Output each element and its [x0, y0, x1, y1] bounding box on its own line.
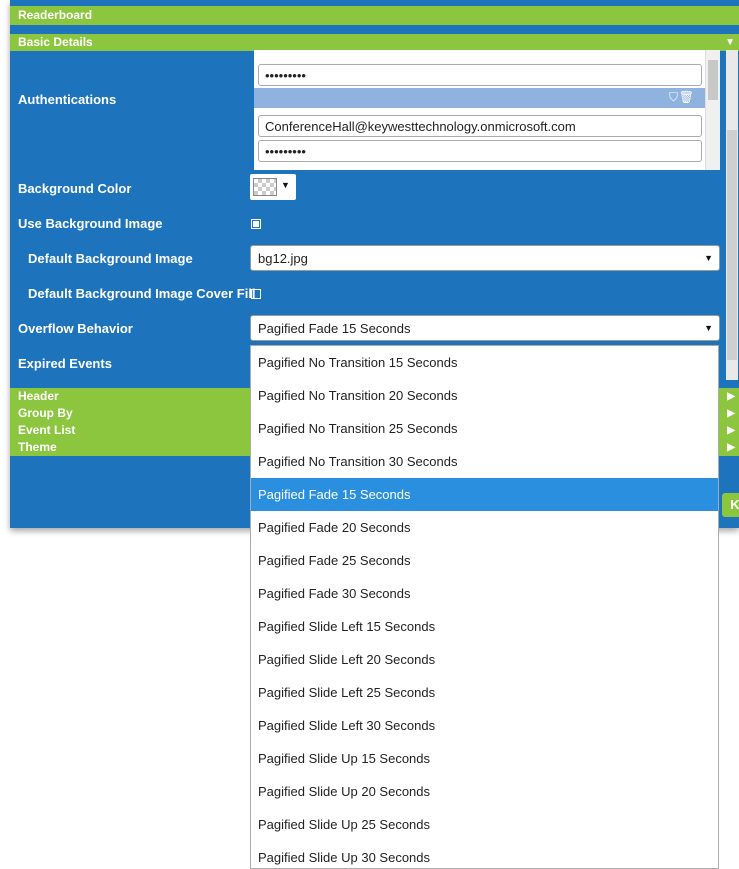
expired-events-label: Expired Events: [18, 356, 112, 371]
auth1-password-field[interactable]: •••••••••: [258, 64, 702, 86]
readerboard-title: Readerboard: [18, 8, 93, 22]
use-background-image-label: Use Background Image: [18, 216, 163, 231]
chevron-down-icon: ▼: [704, 323, 713, 333]
dropdown-option[interactable]: Pagified Slide Up 15 Seconds: [251, 742, 718, 775]
chevron-right-icon[interactable]: ▶: [727, 439, 735, 456]
default-background-image-select[interactable]: bg12.jpg ▼: [250, 245, 720, 271]
dropdown-option[interactable]: Pagified Slide Left 30 Seconds: [251, 709, 718, 742]
background-color-picker[interactable]: ▼: [250, 174, 296, 200]
dropdown-option[interactable]: Pagified Fade 15 Seconds: [251, 478, 718, 511]
chevron-right-icon[interactable]: ▶: [727, 405, 735, 422]
dropdown-option[interactable]: Pagified No Transition 25 Seconds: [251, 412, 718, 445]
chevron-down-icon: ▼: [281, 180, 290, 190]
shield-icon[interactable]: ⛉: [669, 90, 678, 105]
chevron-right-icon[interactable]: ▶: [727, 388, 735, 405]
dropdown-option[interactable]: Pagified No Transition 15 Seconds: [251, 346, 718, 379]
use-background-image-checkbox[interactable]: [251, 219, 261, 229]
cover-fill-label: Default Background Image Cover Fill: [28, 286, 256, 301]
dropdown-option[interactable]: Pagified Slide Up 25 Seconds: [251, 808, 718, 841]
color-swatch: [253, 178, 277, 196]
trash-icon[interactable]: 🗑: [679, 90, 694, 104]
dropdown-option[interactable]: Pagified Slide Left 15 Seconds: [251, 610, 718, 643]
dropdown-option[interactable]: Pagified Slide Up 20 Seconds: [251, 775, 718, 808]
overflow-behavior-label: Overflow Behavior: [18, 321, 133, 336]
section-basic-details[interactable]: Basic Details ▼: [10, 34, 739, 51]
authentications-list[interactable]: ••••••••• ⛉ 🗑 ConferenceHall@keywesttech…: [254, 50, 720, 170]
dropdown-option[interactable]: Pagified Slide Left 20 Seconds: [251, 643, 718, 676]
auth2-email-field[interactable]: ConferenceHall@keywesttechnology.onmicro…: [258, 115, 702, 137]
default-background-image-value: bg12.jpg: [258, 251, 308, 266]
dropdown-option[interactable]: Pagified Fade 20 Seconds: [251, 511, 718, 544]
chevron-down-icon: ▼: [704, 253, 713, 263]
panel-scroll-thumb[interactable]: [727, 130, 737, 360]
dropdown-option[interactable]: Pagified Fade 30 Seconds: [251, 577, 718, 610]
dropdown-option[interactable]: Pagified Fade 25 Seconds: [251, 544, 718, 577]
dropdown-option[interactable]: Pagified No Transition 20 Seconds: [251, 379, 718, 412]
default-background-image-label: Default Background Image: [28, 251, 193, 266]
background-color-label: Background Color: [18, 181, 132, 196]
basic-details-label: Basic Details: [18, 35, 93, 49]
cover-fill-checkbox[interactable]: [251, 289, 261, 299]
readerboard-title-bar: Readerboard: [10, 6, 739, 25]
overflow-behavior-value: Pagified Fade 15 Seconds: [258, 321, 411, 336]
auth-scrollbar[interactable]: [705, 50, 720, 170]
auth1-actions-bar: ⛉ 🗑: [254, 88, 706, 108]
auth2-password-field[interactable]: •••••••••: [258, 140, 702, 162]
overflow-behavior-dropdown-list[interactable]: Pagified No Transition 15 Seconds Pagifie…: [250, 345, 719, 869]
auth-scroll-thumb[interactable]: [708, 60, 718, 100]
ok-button[interactable]: K: [722, 493, 739, 517]
chevron-right-icon[interactable]: ▶: [727, 422, 735, 439]
group-by-section-label: Group By: [18, 406, 73, 420]
theme-section-label: Theme: [18, 440, 57, 454]
overflow-behavior-select[interactable]: Pagified Fade 15 Seconds ▼: [250, 315, 720, 341]
panel-scrollbar[interactable]: [726, 50, 738, 380]
dropdown-option[interactable]: Pagified No Transition 30 Seconds: [251, 445, 718, 478]
header-section-label: Header: [18, 389, 59, 403]
authentications-label: Authentications: [18, 92, 117, 107]
event-list-section-label: Event List: [18, 423, 76, 437]
dropdown-option[interactable]: Pagified Slide Left 25 Seconds: [251, 676, 718, 709]
dropdown-option[interactable]: Pagified Slide Up 30 Seconds: [251, 841, 718, 868]
chevron-down-icon[interactable]: ▼: [725, 34, 735, 51]
